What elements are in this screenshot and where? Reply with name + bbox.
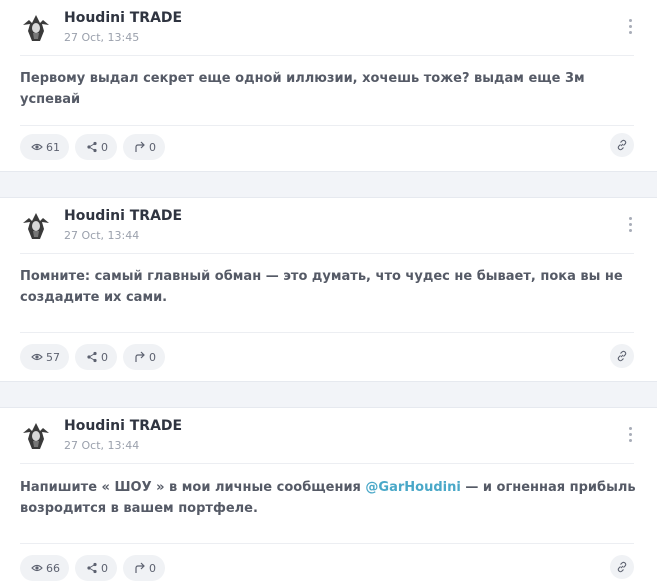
link-icon bbox=[617, 561, 627, 573]
share-icon bbox=[87, 351, 97, 363]
views-counter[interactable]: 66 bbox=[20, 555, 69, 581]
post-header: Houdini TRADE 27 Oct, 13:44 bbox=[20, 198, 634, 254]
post-date: 27 Oct, 13:44 bbox=[64, 229, 140, 242]
shares-count: 0 bbox=[101, 561, 108, 575]
post-author[interactable]: Houdini TRADE bbox=[64, 418, 182, 434]
hooded-figure-avatar-icon bbox=[20, 419, 52, 451]
post-divider bbox=[20, 543, 634, 544]
eye-icon bbox=[31, 353, 43, 361]
views-count: 57 bbox=[46, 350, 60, 364]
forwards-count: 0 bbox=[149, 350, 156, 364]
kebab-menu-icon[interactable] bbox=[626, 215, 636, 235]
post-card: Houdini TRADE 27 Oct, 13:44 Помните: сам… bbox=[0, 197, 657, 382]
post-text: Первому выдал секрет еще одной иллюзии, … bbox=[20, 71, 585, 107]
eye-icon bbox=[31, 564, 43, 572]
views-counter[interactable]: 61 bbox=[20, 134, 69, 160]
forwards-counter[interactable]: 0 bbox=[123, 555, 165, 581]
hooded-figure-avatar-icon bbox=[20, 11, 52, 43]
post-stats: 57 0 0 bbox=[20, 344, 165, 370]
share-icon bbox=[87, 562, 97, 574]
post-stats: 66 0 0 bbox=[20, 555, 165, 581]
post-stats: 61 0 0 bbox=[20, 134, 165, 160]
shares-counter[interactable]: 0 bbox=[75, 344, 117, 370]
hooded-figure-avatar-icon bbox=[20, 209, 52, 241]
post-header: Houdini TRADE 27 Oct, 13:44 bbox=[20, 408, 634, 464]
kebab-menu-icon[interactable] bbox=[626, 17, 636, 37]
forwards-counter[interactable]: 0 bbox=[123, 134, 165, 160]
avatar[interactable] bbox=[20, 209, 52, 241]
views-counter[interactable]: 57 bbox=[20, 344, 69, 370]
shares-count: 0 bbox=[101, 140, 108, 154]
share-icon bbox=[87, 141, 97, 153]
forwards-count: 0 bbox=[149, 140, 156, 154]
post-text: Напишите « ШОУ » в мои личные сообщения … bbox=[20, 477, 637, 519]
shares-counter[interactable]: 0 bbox=[75, 555, 117, 581]
forward-arrow-icon bbox=[135, 562, 145, 573]
views-count: 61 bbox=[46, 140, 60, 154]
post-text-before: Напишите « ШОУ » в мои личные сообщения bbox=[20, 480, 366, 495]
shares-count: 0 bbox=[101, 350, 108, 364]
avatar[interactable] bbox=[20, 11, 52, 43]
post-card: Houdini TRADE 27 Oct, 13:44 Напишите « Ш… bbox=[0, 407, 657, 588]
post-date: 27 Oct, 13:44 bbox=[64, 439, 140, 452]
shares-counter[interactable]: 0 bbox=[75, 134, 117, 160]
copy-link-button[interactable] bbox=[610, 555, 634, 579]
post-header: Houdini TRADE 27 Oct, 13:45 bbox=[20, 0, 634, 56]
post-divider bbox=[20, 125, 634, 126]
post-author[interactable]: Houdini TRADE bbox=[64, 208, 182, 224]
avatar[interactable] bbox=[20, 419, 52, 451]
forward-arrow-icon bbox=[135, 351, 145, 362]
copy-link-button[interactable] bbox=[610, 133, 634, 157]
link-icon bbox=[617, 139, 627, 151]
post-card: Houdini TRADE 27 Oct, 13:45 Первому выда… bbox=[0, 0, 657, 172]
post-text: Помните: самый главный обман — это думат… bbox=[20, 269, 623, 305]
views-count: 66 bbox=[46, 561, 60, 575]
kebab-menu-icon[interactable] bbox=[626, 425, 636, 445]
eye-icon bbox=[31, 143, 43, 151]
forward-arrow-icon bbox=[135, 141, 145, 152]
link-icon bbox=[617, 350, 627, 362]
post-divider bbox=[20, 332, 634, 333]
post-date: 27 Oct, 13:45 bbox=[64, 31, 140, 44]
copy-link-button[interactable] bbox=[610, 344, 634, 368]
forwards-counter[interactable]: 0 bbox=[123, 344, 165, 370]
forwards-count: 0 bbox=[149, 561, 156, 575]
mention-link[interactable]: @GarHoudini bbox=[365, 480, 460, 495]
post-author[interactable]: Houdini TRADE bbox=[64, 10, 182, 26]
